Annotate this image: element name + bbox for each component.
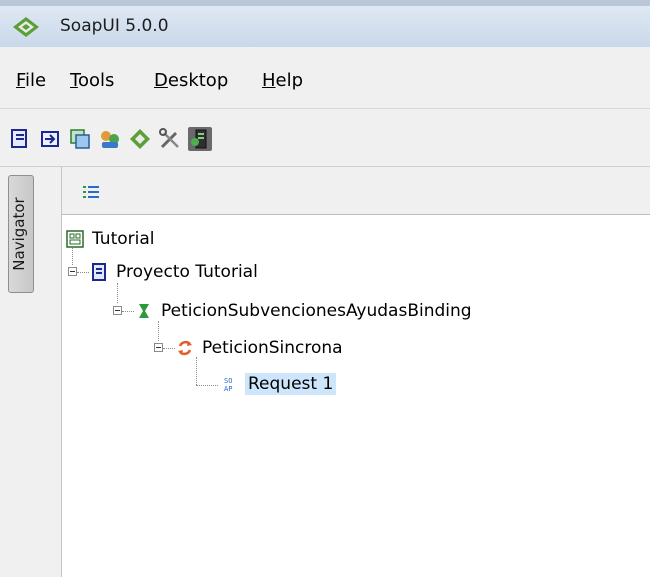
tree-node-project[interactable]: Proyecto Tutorial: [90, 258, 258, 286]
svg-text:SO: SO: [224, 377, 232, 385]
tree-node-request[interactable]: SO AP Request 1: [222, 370, 337, 398]
workspace-icon: [66, 230, 84, 248]
tree-view-icon[interactable]: [83, 185, 99, 199]
menu-file[interactable]: File: [16, 70, 46, 91]
save-all-icon[interactable]: [68, 127, 92, 151]
tree-node-workspace[interactable]: Tutorial: [66, 225, 155, 253]
window-title: SoapUI 5.0.0: [60, 16, 169, 36]
tree-node-label: Request 1: [245, 373, 337, 395]
collapse-toggle[interactable]: [113, 306, 122, 315]
tree-connector: [117, 283, 119, 303]
collapse-toggle[interactable]: [154, 343, 163, 352]
operation-icon: [178, 340, 192, 356]
navigator-tab[interactable]: Navigator: [8, 175, 34, 293]
tree-node-label: PeticionSubvencionesAyudasBinding: [161, 301, 472, 321]
interface-icon: [139, 304, 149, 318]
menu-file-label: ile: [25, 70, 47, 91]
menu-file-mnemonic: F: [16, 70, 26, 91]
navigator-tab-label: Navigator: [10, 197, 28, 271]
svg-text:AP: AP: [224, 385, 232, 393]
tree-connector: [196, 385, 218, 387]
soap-request-icon: SO AP: [224, 377, 232, 393]
project-icon: [92, 263, 106, 281]
left-dock-strip: Navigator: [0, 167, 62, 577]
menu-help[interactable]: Help: [262, 70, 303, 91]
preferences-icon[interactable]: [158, 127, 182, 151]
tree-connector: [163, 348, 175, 350]
menu-help-label: elp: [275, 70, 304, 91]
soapui-online-icon[interactable]: [128, 127, 152, 151]
tree-connector: [122, 311, 134, 313]
proxy-icon[interactable]: [188, 127, 212, 151]
navigator-header: [62, 167, 650, 215]
tree-node-interface[interactable]: PeticionSubvencionesAyudasBinding: [135, 297, 472, 325]
menu-tools-mnemonic: T: [70, 70, 78, 91]
soapui-logo-icon: [13, 17, 39, 37]
menu-bar: File Tools Desktop Help: [0, 47, 650, 109]
tree-node-label: Proyecto Tutorial: [116, 262, 258, 282]
title-bar: SoapUI 5.0.0: [0, 0, 650, 47]
tree-node-operation[interactable]: PeticionSincrona: [176, 334, 343, 362]
main-toolbar: [0, 109, 650, 167]
import-project-icon[interactable]: [38, 127, 62, 151]
menu-desktop[interactable]: Desktop: [154, 70, 228, 91]
menu-desktop-mnemonic: D: [154, 70, 168, 91]
menu-tools[interactable]: Tools: [70, 70, 114, 91]
project-tree: Tutorial Proyecto Tutorial PeticionSubve…: [62, 215, 650, 577]
tree-connector: [77, 272, 89, 274]
tree-node-label: PeticionSincrona: [202, 338, 343, 358]
tree-node-label: Tutorial: [92, 229, 155, 249]
new-project-icon[interactable]: [8, 127, 32, 151]
collapse-toggle[interactable]: [68, 267, 77, 276]
forum-icon[interactable]: [98, 127, 122, 151]
menu-desktop-label: esktop: [167, 70, 229, 91]
menu-help-mnemonic: H: [262, 70, 276, 91]
menu-tools-label: ools: [77, 70, 115, 91]
